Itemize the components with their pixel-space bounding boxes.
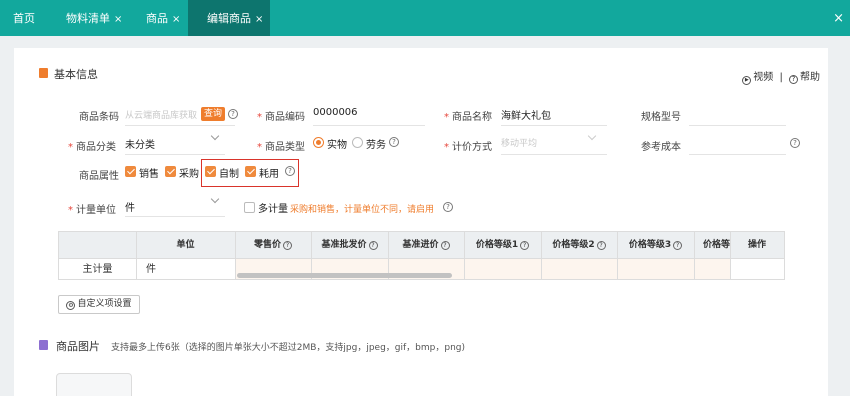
- category-underline: [125, 154, 225, 155]
- question-icon: ?: [443, 202, 453, 212]
- custom-settings-button[interactable]: ⚙ 自定义项设置: [58, 295, 140, 314]
- checkbox-sale[interactable]: [125, 166, 136, 177]
- unit-select[interactable]: 件: [125, 199, 135, 214]
- tab-label: 物料清单: [66, 12, 110, 25]
- help-icon: ?: [789, 75, 798, 84]
- col-header-level1: 价格等级1?: [464, 232, 541, 258]
- header-divider: [59, 258, 784, 259]
- tab-home[interactable]: 首页: [0, 0, 48, 36]
- question-icon: ?: [596, 241, 606, 250]
- attr-purchase-label: 采购: [179, 169, 199, 180]
- type-label: * 商品类型: [257, 142, 305, 153]
- tab-label: 编辑商品: [207, 12, 251, 25]
- type-option-service: 劳务: [366, 140, 386, 151]
- question-icon: ?: [228, 109, 238, 119]
- tab-label: 商品: [146, 12, 168, 25]
- category-label: * 商品分类: [68, 142, 116, 153]
- unit-underline: [125, 216, 225, 217]
- question-icon: ?: [790, 138, 800, 148]
- spec-input[interactable]: [689, 125, 786, 126]
- col-header-level4: 价格等: [703, 240, 730, 250]
- question-icon: ?: [368, 241, 378, 250]
- barcode-underline: [125, 125, 235, 126]
- image-upload-box[interactable]: [56, 373, 132, 396]
- tab-close-icon[interactable]: ×: [255, 14, 263, 25]
- ref-cost-label: 参考成本: [641, 142, 681, 153]
- tab-close-icon[interactable]: ×: [172, 14, 180, 25]
- query-button[interactable]: 查询: [201, 107, 225, 121]
- close-icon[interactable]: ×: [833, 0, 844, 36]
- name-label: * 商品名称: [444, 112, 492, 123]
- ref-cost-input[interactable]: [689, 154, 786, 155]
- video-link[interactable]: 视频: [753, 72, 773, 83]
- question-icon: ?: [389, 137, 399, 147]
- section-title-basic-info: 基本信息: [54, 68, 98, 81]
- code-label: * 商品编码: [257, 112, 305, 123]
- spec-label: 规格型号: [641, 112, 681, 123]
- separator: |: [779, 72, 783, 83]
- image-icon: [39, 340, 48, 350]
- unit-label: * 计量单位: [68, 205, 116, 216]
- name-underline: [501, 125, 607, 126]
- category-select[interactable]: 未分类: [125, 136, 155, 151]
- question-icon: ?: [520, 241, 530, 250]
- multi-unit-note: 采购和销售，计量单位不同，请启用: [290, 205, 435, 215]
- attributes-label: 商品属性: [79, 171, 119, 182]
- question-icon: ?: [440, 241, 450, 250]
- col-header-wholesale: 基准批发价?: [311, 232, 388, 258]
- price-table: 单位 零售价? 基准批发价? 基准进价? 价格等级1? 价格等级2? 价格等级3…: [58, 231, 785, 280]
- highlight-box: [201, 159, 299, 187]
- col-header-level2: 价格等级2?: [541, 232, 617, 258]
- horizontal-scrollbar[interactable]: [237, 273, 452, 278]
- type-radio-goods[interactable]: [313, 137, 324, 148]
- code-underline: [313, 125, 425, 126]
- row-type-cell: 主计量: [82, 264, 113, 275]
- code-input[interactable]: 0000006: [313, 107, 358, 118]
- gear-icon: ⚙: [66, 301, 76, 310]
- tab-bom[interactable]: 物料清单 ×: [55, 0, 128, 36]
- tab-label: 首页: [13, 12, 35, 25]
- col-header-retail: 零售价?: [235, 232, 311, 258]
- col-header-level3: 价格等级3?: [617, 232, 694, 258]
- tab-edit-product[interactable]: 编辑商品 ×: [188, 0, 270, 36]
- col-header-unit: 单位: [176, 240, 195, 250]
- row-unit-cell: 件: [146, 264, 156, 275]
- tab-close-icon[interactable]: ×: [114, 14, 122, 25]
- tab-products[interactable]: 商品 ×: [134, 0, 186, 36]
- question-icon: ?: [673, 241, 683, 250]
- multi-unit-label: 多计量: [258, 204, 288, 215]
- checkbox-multi-unit[interactable]: [244, 202, 255, 213]
- name-input[interactable]: 海鲜大礼包: [501, 107, 551, 122]
- type-radio-service[interactable]: [352, 137, 363, 148]
- question-icon: ?: [283, 241, 292, 250]
- play-icon: ▶: [742, 76, 752, 85]
- top-tab-bar: 首页 物料清单 × 商品 × 编辑商品 × ×: [0, 0, 850, 36]
- barcode-label: 商品条码: [79, 112, 119, 123]
- images-note: 支持最多上传6张（选择的图片单张大小不超过2MB，支持jpg，jpeg，gif，…: [111, 343, 465, 353]
- help-links: ▶ 视频 | ? 帮助: [742, 68, 820, 85]
- pricing-underline: [501, 154, 607, 155]
- section-title-images: 商品图片: [56, 340, 100, 353]
- pricing-select[interactable]: 移动平均: [501, 136, 537, 149]
- barcode-input[interactable]: 从云端商品库获取: [125, 108, 197, 121]
- type-option-goods: 实物: [327, 140, 347, 151]
- help-link[interactable]: 帮助: [800, 72, 820, 83]
- doc-icon: [39, 68, 48, 78]
- pricing-label: * 计价方式: [444, 142, 492, 153]
- attr-sale-label: 销售: [139, 169, 159, 180]
- col-header-action: 操作: [747, 240, 766, 250]
- col-header-purchase: 基准进价?: [388, 232, 464, 258]
- checkbox-purchase[interactable]: [165, 166, 176, 177]
